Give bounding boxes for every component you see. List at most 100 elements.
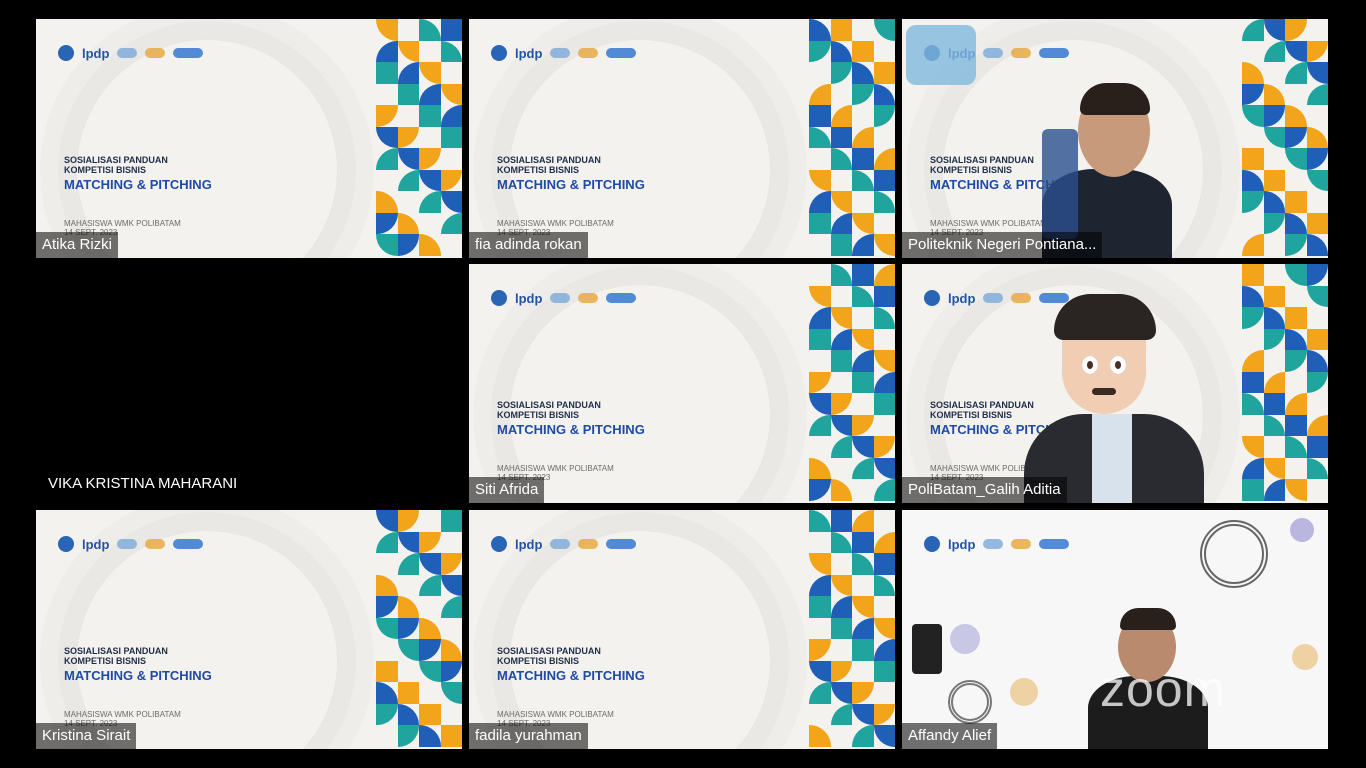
pattern-tile: [852, 479, 874, 501]
pattern-tile: [873, 191, 895, 213]
pattern-tile: [809, 19, 831, 41]
pattern-tile: [873, 553, 895, 575]
participant-name: fia adinda rokan: [469, 232, 588, 258]
participant-name: VIKA KRISTINA MAHARANI: [48, 475, 238, 492]
pattern-tile: [376, 40, 398, 62]
pattern-tile: [830, 40, 852, 62]
video-tile-galih[interactable]: lpdp SOSIALISASI PANDUAN KOMPETISI BISNI…: [902, 264, 1328, 503]
pattern-tile: [419, 62, 441, 84]
ministry-logo-icon: [491, 536, 507, 552]
pattern-tile: [873, 264, 895, 286]
pattern-tile: [852, 596, 874, 618]
pattern-tile: [852, 19, 874, 41]
avatar-eye: [1110, 356, 1126, 374]
pattern-tile: [397, 234, 419, 256]
pattern-tile: [419, 83, 441, 105]
pattern-tile: [873, 479, 895, 501]
pattern-tile: [873, 574, 895, 596]
avatar-mustache: [1092, 388, 1116, 395]
pattern-tile: [397, 617, 419, 639]
pattern-tile: [873, 285, 895, 307]
pattern-tile: [397, 682, 419, 704]
pattern-tile: [440, 83, 462, 105]
sponsor-logo-icon: [145, 48, 166, 58]
pattern-tile: [873, 328, 895, 350]
geometric-pattern: [809, 19, 895, 258]
shared-slide: lpdp SOSIALISASI PANDUAN KOMPETISI BISNI…: [36, 19, 462, 258]
pattern-tile: [809, 510, 831, 532]
pattern-tile: [830, 328, 852, 350]
pattern-tile: [873, 617, 895, 639]
pattern-tile: [809, 725, 831, 747]
slide-title: SOSIALISASI PANDUAN KOMPETISI BISNIS MAT…: [497, 400, 645, 437]
pattern-tile: [376, 234, 398, 256]
pattern-tile: [852, 639, 874, 661]
pattern-tile: [830, 148, 852, 170]
kampus-merdeka-logo-icon: [606, 539, 637, 549]
pattern-tile: [830, 393, 852, 415]
background-chair: [1042, 129, 1078, 239]
pattern-tile: [830, 617, 852, 639]
pattern-tile: [852, 660, 874, 682]
pattern-tile: [397, 105, 419, 127]
pattern-tile: [830, 639, 852, 661]
pattern-tile: [440, 169, 462, 191]
pattern-tile: [809, 596, 831, 618]
pattern-tile: [440, 191, 462, 213]
avatar-character: [902, 264, 1328, 503]
video-tile-pontianak[interactable]: lpdp SOSIALISASI PANDUAN KOMPETISI BISNI…: [902, 19, 1328, 258]
avatar-shirt: [1092, 414, 1132, 503]
pattern-tile: [830, 191, 852, 213]
pattern-tile: [873, 350, 895, 372]
shared-slide: lpdp SOSIALISASI PANDUAN KOMPETISI BISNI…: [469, 19, 895, 258]
pattern-tile: [873, 725, 895, 747]
pattern-tile: [419, 126, 441, 148]
pattern-tile: [873, 83, 895, 105]
pattern-tile: [830, 479, 852, 501]
geometric-pattern: [809, 510, 895, 749]
pattern-tile: [419, 169, 441, 191]
pattern-tile: [830, 510, 852, 532]
pattern-tile: [440, 725, 462, 747]
video-tile-kristina[interactable]: lpdp SOSIALISASI PANDUAN KOMPETISI BISNI…: [36, 510, 462, 749]
video-tile-fadila[interactable]: lpdp SOSIALISASI PANDUAN KOMPETISI BISNI…: [469, 510, 895, 749]
pattern-tile: [440, 617, 462, 639]
pattern-tile: [809, 350, 831, 372]
sponsor-logos: lpdp: [58, 45, 204, 61]
pattern-tile: [830, 457, 852, 479]
pattern-tile: [809, 371, 831, 393]
pattern-tile: [852, 40, 874, 62]
pattern-tile: [852, 105, 874, 127]
video-tile-vika[interactable]: VIKA KRISTINA MAHARANI: [36, 264, 462, 503]
video-tile-atika[interactable]: lpdp SOSIALISASI PANDUAN KOMPETISI BISNI…: [36, 19, 462, 258]
lpdp-logo: lpdp: [82, 536, 110, 552]
video-tile-affandy[interactable]: lpdp zoom Affandy Alief: [902, 510, 1328, 749]
sponsor-logo-icon: [145, 539, 166, 549]
pattern-tile: [397, 531, 419, 553]
pattern-tile: [830, 264, 852, 286]
pattern-tile: [376, 212, 398, 234]
pattern-tile: [376, 660, 398, 682]
pattern-tile: [376, 169, 398, 191]
pattern-tile: [830, 285, 852, 307]
participant-name: PoliBatam_Galih Aditia: [902, 477, 1067, 503]
pattern-tile: [873, 682, 895, 704]
pattern-tile: [419, 596, 441, 618]
pattern-tile: [376, 617, 398, 639]
pattern-tile: [419, 617, 441, 639]
pattern-tile: [852, 169, 874, 191]
pattern-tile: [830, 169, 852, 191]
pattern-tile: [873, 371, 895, 393]
sponsor-logo-icon: [117, 48, 138, 58]
pattern-tile: [809, 285, 831, 307]
video-tile-siti[interactable]: lpdp SOSIALISASI PANDUAN KOMPETISI BISNI…: [469, 264, 895, 503]
pattern-tile: [830, 596, 852, 618]
avatar-eye: [1082, 356, 1098, 374]
pattern-tile: [397, 40, 419, 62]
pattern-tile: [830, 414, 852, 436]
pattern-tile: [809, 264, 831, 286]
pattern-tile: [852, 510, 874, 532]
pattern-tile: [852, 436, 874, 458]
pattern-tile: [873, 169, 895, 191]
video-tile-fia[interactable]: lpdp SOSIALISASI PANDUAN KOMPETISI BISNI…: [469, 19, 895, 258]
